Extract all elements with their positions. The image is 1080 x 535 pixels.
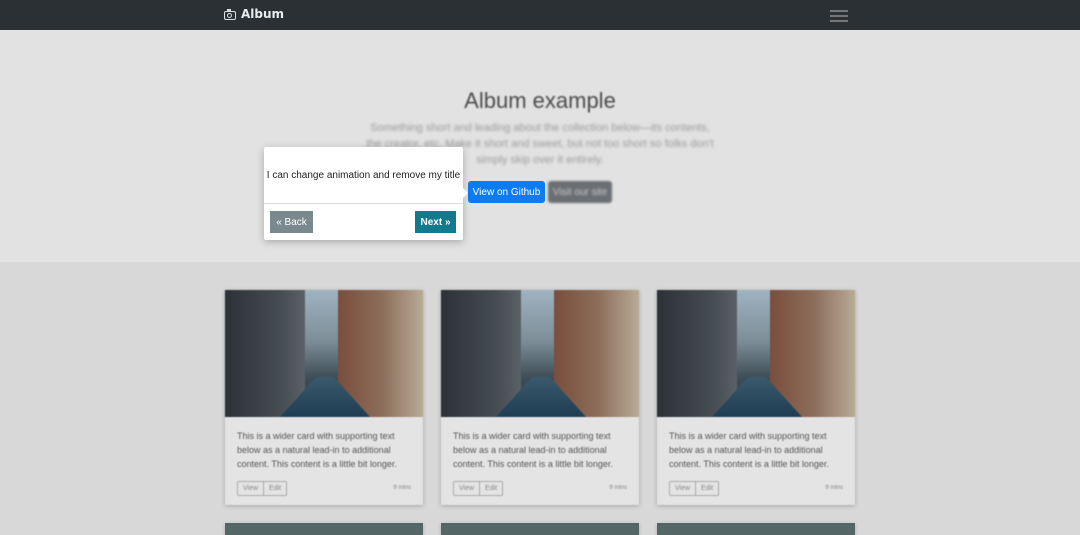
album-card-partial <box>441 523 639 535</box>
brand-label: Album <box>241 7 285 21</box>
edit-button[interactable]: Edit <box>695 482 718 495</box>
card-button-group: View Edit <box>237 481 288 496</box>
card-text: This is a wider card with supporting tex… <box>669 431 829 469</box>
popover-arrow <box>463 188 468 198</box>
back-button[interactable]: « Back <box>270 211 313 233</box>
hero-title: Album example <box>464 88 616 113</box>
edit-button[interactable]: Edit <box>263 482 286 495</box>
popover-content: I can change animation and remove my tit… <box>264 147 463 204</box>
view-on-github-button[interactable]: View on Github <box>468 181 545 203</box>
album-card: This is a wider card with supporting tex… <box>225 290 423 505</box>
card-time: 9 mins <box>393 485 411 491</box>
album-card: This is a wider card with supporting tex… <box>441 290 639 505</box>
card-text: This is a wider card with supporting tex… <box>237 431 397 469</box>
camera-icon <box>224 9 236 20</box>
next-button[interactable]: Next » <box>415 211 456 233</box>
card-footer: View Edit 9 mins <box>441 471 639 505</box>
card-button-group: View Edit <box>669 481 720 496</box>
edit-button[interactable]: Edit <box>479 482 502 495</box>
album-card-partial <box>657 523 855 535</box>
card-footer: View Edit 9 mins <box>657 471 855 505</box>
card-footer: View Edit 9 mins <box>225 471 423 505</box>
card-image <box>657 290 855 417</box>
album-card: This is a wider card with supporting tex… <box>657 290 855 505</box>
tour-popover: I can change animation and remove my tit… <box>264 147 463 240</box>
view-button[interactable]: View <box>238 482 263 495</box>
visit-our-site-button[interactable]: Visit our site <box>548 181 612 203</box>
card-image <box>225 290 423 417</box>
card-time: 9 mins <box>609 485 627 491</box>
hamburger-icon[interactable] <box>830 7 848 23</box>
card-button-group: View Edit <box>453 481 504 496</box>
view-button[interactable]: View <box>670 482 695 495</box>
view-button[interactable]: View <box>454 482 479 495</box>
card-text: This is a wider card with supporting tex… <box>453 431 613 469</box>
brand-link[interactable]: Album <box>224 7 284 21</box>
card-image <box>441 290 639 417</box>
hero-section: Album example Something short and leadin… <box>0 30 1080 262</box>
card-time: 9 mins <box>825 485 843 491</box>
navbar: Album <box>0 0 1080 30</box>
album-card-partial <box>225 523 423 535</box>
